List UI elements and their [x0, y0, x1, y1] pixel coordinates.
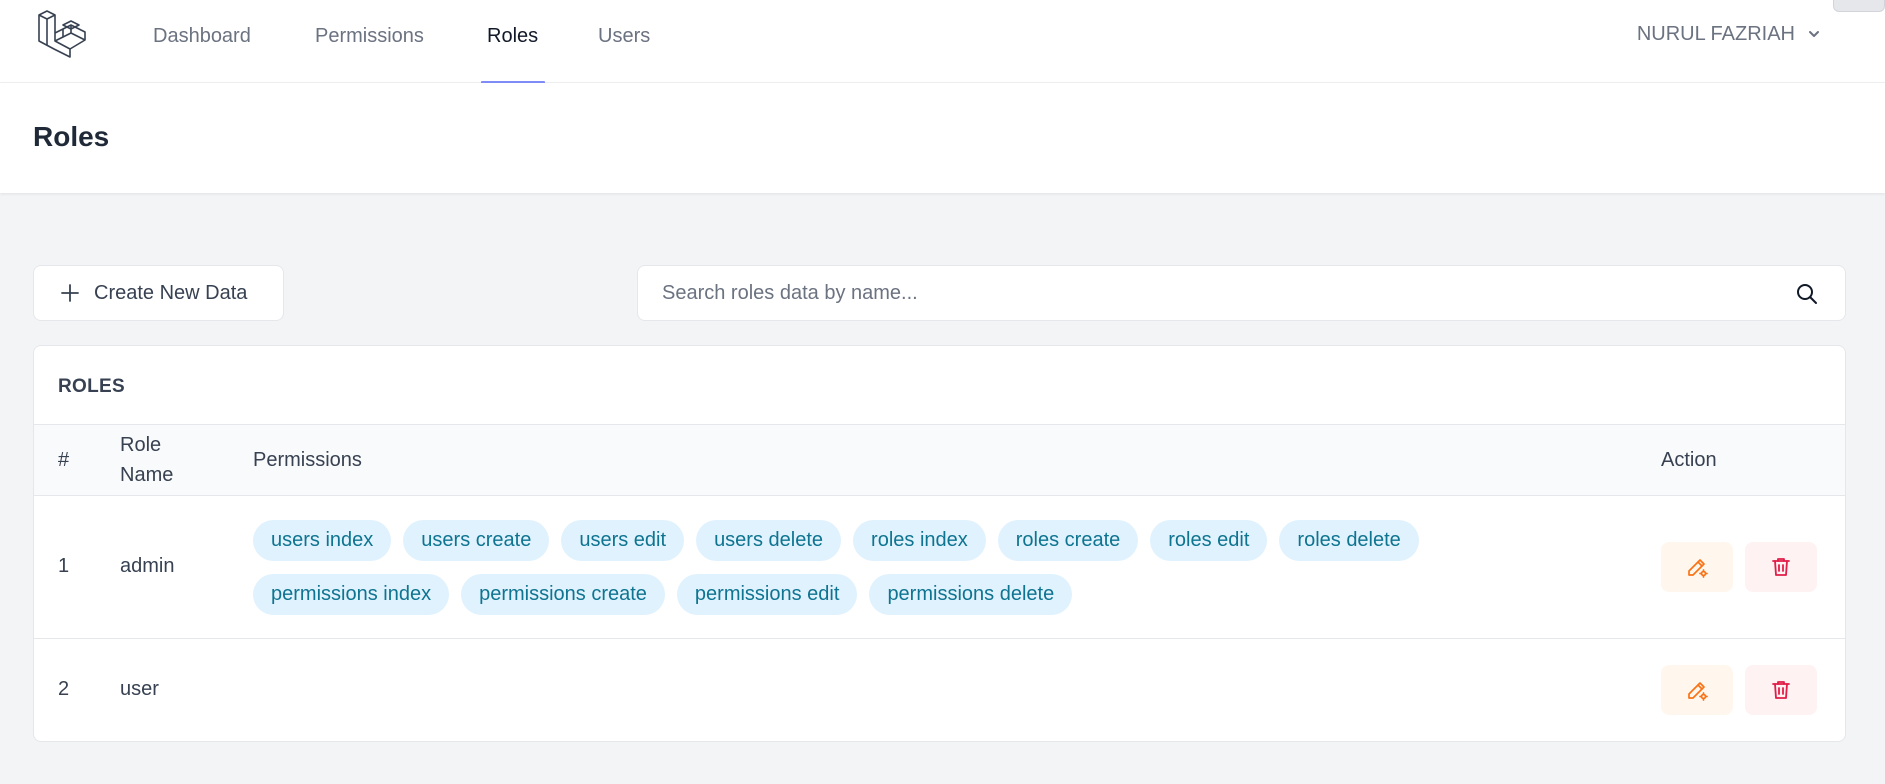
permission-badge: roles create: [997, 520, 1139, 561]
user-name: NURUL FAZRIAH: [1636, 23, 1795, 45]
permission-badge: roles index: [853, 520, 986, 561]
pencil-gear-icon: [1688, 682, 1708, 701]
permission-badge: permissions delete: [869, 574, 1073, 615]
search-input[interactable]: [662, 266, 1762, 320]
card-title: ROLES: [58, 376, 125, 397]
page-header: Roles: [0, 83, 1885, 193]
column-header-permissions: Permissions: [253, 449, 362, 471]
create-new-data-label: Create New Data: [94, 281, 248, 304]
permission-badge: roles edit: [1150, 520, 1268, 561]
table-header: # Role Name Permissions Action: [34, 424, 1845, 496]
permission-badge: users index: [253, 520, 392, 561]
role-name: user: [120, 678, 159, 700]
table-row: 1 admin users index users create users e…: [34, 496, 1845, 639]
delete-button[interactable]: [1745, 665, 1817, 715]
laravel-logo-icon[interactable]: [37, 10, 87, 58]
column-header-role-name-line1: Role: [120, 434, 162, 456]
table-row: 2 user: [34, 639, 1845, 741]
role-name: admin: [120, 555, 175, 577]
column-header-index: #: [58, 449, 70, 471]
column-header-action: Action: [1661, 449, 1717, 471]
pencil-gear-icon: [1688, 559, 1708, 578]
search-box: [637, 265, 1846, 321]
search-icon[interactable]: [1795, 282, 1819, 306]
permission-badge: users delete: [696, 520, 842, 561]
nav-link-roles[interactable]: Roles: [487, 22, 538, 50]
user-menu-button[interactable]: NURUL FAZRIAH: [1637, 20, 1821, 48]
permission-badge: users edit: [561, 520, 685, 561]
row-index: 2: [58, 678, 70, 700]
nav-link-permissions[interactable]: Permissions: [315, 22, 424, 50]
edit-button[interactable]: [1661, 542, 1733, 592]
edit-button[interactable]: [1661, 665, 1733, 715]
roles-card: ROLES # Role Name Permissions Action 1 a…: [33, 345, 1846, 742]
permission-list: users index users create users edit user…: [253, 520, 1493, 615]
plus-icon: [61, 284, 79, 302]
nav-link-dashboard[interactable]: Dashboard: [153, 22, 251, 50]
corner-widget: [1833, 0, 1885, 12]
create-new-data-button[interactable]: Create New Data: [33, 265, 284, 321]
permission-badge: permissions edit: [676, 574, 858, 615]
trash-icon: [1772, 558, 1790, 576]
top-navbar: Dashboard Permissions Roles Users NURUL …: [0, 0, 1885, 84]
permission-badge: roles delete: [1279, 520, 1419, 561]
nav-link-users[interactable]: Users: [598, 22, 650, 50]
delete-button[interactable]: [1745, 542, 1817, 592]
page-title: Roles: [33, 121, 110, 152]
permission-badge: permissions index: [253, 574, 450, 615]
row-index: 1: [58, 555, 70, 577]
permission-badge: users create: [403, 520, 550, 561]
column-header-role-name-line2: Name: [120, 464, 174, 486]
trash-icon: [1772, 681, 1790, 699]
chevron-down-icon: [1809, 31, 1819, 37]
permission-badge: permissions create: [461, 574, 665, 615]
